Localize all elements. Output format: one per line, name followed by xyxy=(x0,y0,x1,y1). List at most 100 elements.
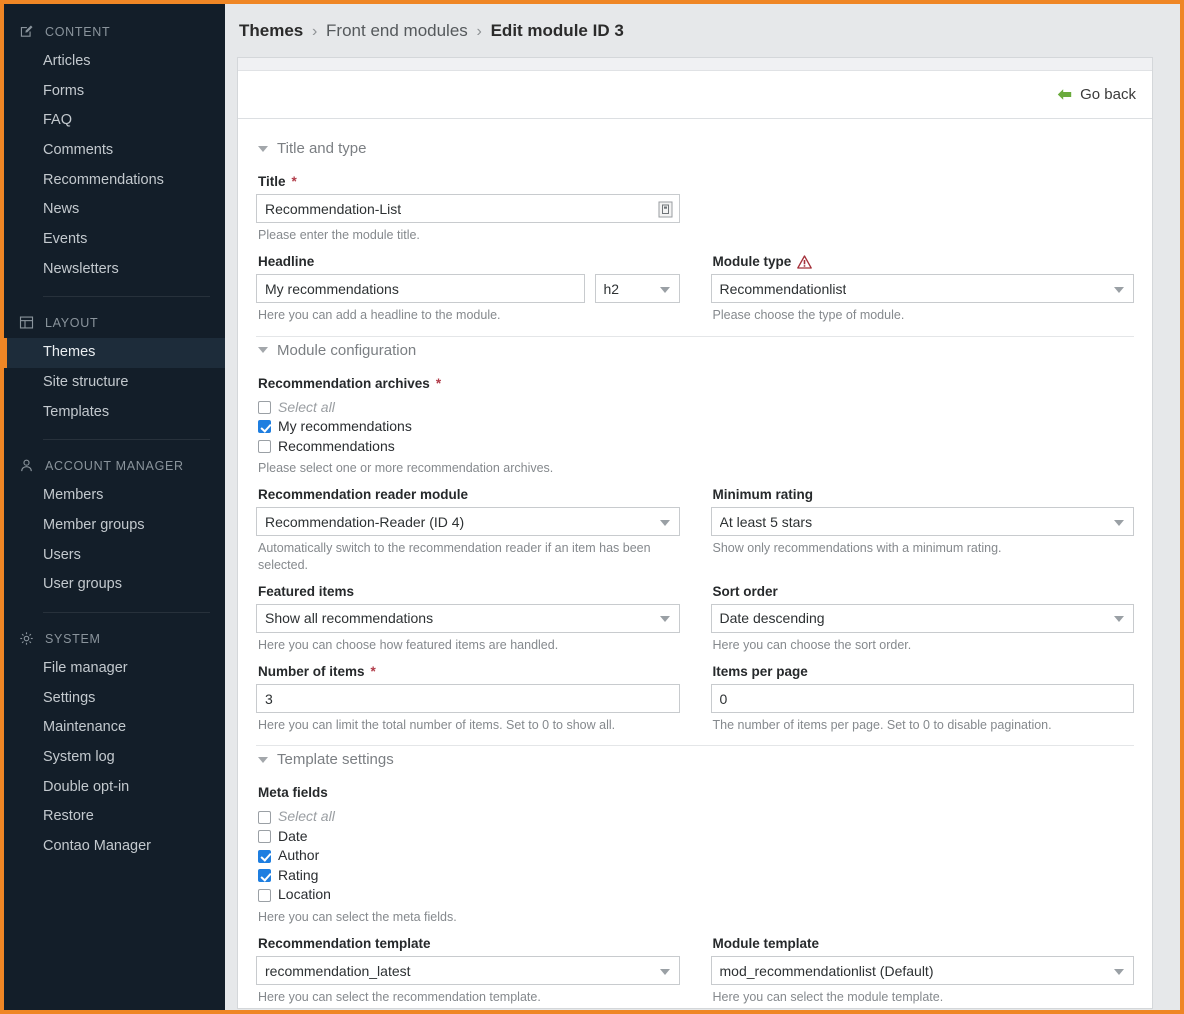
title-input[interactable]: Recommendation-List xyxy=(256,194,680,223)
field-title-spacer xyxy=(711,163,1135,243)
checkbox-author[interactable]: Author xyxy=(256,846,680,866)
module-type-value: Recommendationlist xyxy=(719,280,847,297)
chevron-down-icon xyxy=(1114,519,1124,526)
module-type-select[interactable]: Recommendationlist xyxy=(710,274,1134,304)
fieldset-legend-title-and-type[interactable]: Title and type xyxy=(256,135,1134,163)
required-marker: * xyxy=(291,174,297,189)
headline-tag-select[interactable]: h2 xyxy=(594,274,680,304)
field-help: Here you can limit the total number of i… xyxy=(258,718,616,732)
field-label-text: Number of items xyxy=(258,664,365,679)
sidebar-item-comments[interactable]: Comments xyxy=(4,136,225,166)
checkbox-box xyxy=(258,849,271,863)
sidebar-item-recommendations[interactable]: Recommendations xyxy=(4,166,225,196)
number-of-items-value: 3 xyxy=(265,690,273,707)
field-help: Here you can select the module template. xyxy=(712,990,944,1004)
chevron-down-icon xyxy=(659,286,670,293)
items-per-page-input[interactable]: 0 xyxy=(710,684,1134,713)
sidebar-item-faq[interactable]: FAQ xyxy=(4,106,225,136)
sort-order-select[interactable]: Date descending xyxy=(710,603,1134,633)
checkbox-recommendations[interactable]: Recommendations xyxy=(256,437,680,457)
sidebar-item-users[interactable]: Users xyxy=(4,541,225,571)
sidebar-item-articles[interactable]: Articles xyxy=(4,47,225,77)
field-label: Headline xyxy=(256,243,680,274)
fieldset-legend-label: Module configuration xyxy=(277,341,417,359)
sidebar-item-user-groups[interactable]: User groups xyxy=(4,570,225,600)
breadcrumb-separator: › xyxy=(311,23,318,40)
sidebar-item-events[interactable]: Events xyxy=(4,225,225,255)
user-icon xyxy=(19,458,34,473)
minimum-rating-select[interactable]: At least 5 stars xyxy=(710,507,1134,537)
field-label: Recommendation template xyxy=(256,925,680,956)
required-marker: * xyxy=(370,664,376,679)
sidebar-item-member-groups[interactable]: Member groups xyxy=(4,511,225,541)
sidebar-item-themes[interactable]: Themes xyxy=(4,338,225,369)
checkbox-select-all-archives[interactable]: Select all xyxy=(256,398,680,418)
recommendation-reader-module-value: Recommendation-Reader (ID 4) xyxy=(265,513,465,530)
recommendation-template-select[interactable]: recommendation_latest xyxy=(256,956,680,985)
field-label-text: Recommendation template xyxy=(258,936,431,951)
field-label-text: Sort order xyxy=(712,583,778,599)
panel-header: Go back xyxy=(238,71,1152,119)
headline-input[interactable]: My recommendations xyxy=(256,274,585,304)
field-label-text: Recommendation reader module xyxy=(258,487,469,503)
field-row-counts: Number of items * 3 Here you can limit th… xyxy=(256,653,1134,733)
sidebar-divider xyxy=(43,296,210,298)
sidebar-section-header-layout: LAYOUT xyxy=(4,309,225,338)
module-template-select[interactable]: mod_recommendationlist (Default) xyxy=(710,956,1134,985)
sidebar-item-system-log[interactable]: System log xyxy=(4,743,225,773)
field-label: Title * xyxy=(256,163,680,194)
sidebar-item-members[interactable]: Members xyxy=(4,481,225,511)
sidebar-item-contao-manager[interactable]: Contao Manager xyxy=(4,832,225,862)
sidebar-item-settings[interactable]: Settings xyxy=(4,684,225,714)
fieldset-legend-template-settings[interactable]: Template settings xyxy=(256,746,1134,774)
sidebar-item-newsletters[interactable]: Newsletters xyxy=(4,255,225,285)
text-store-icon[interactable] xyxy=(658,201,673,218)
fieldset-legend-label: Title and type xyxy=(277,140,367,157)
checkbox-rating[interactable]: Rating xyxy=(256,866,680,886)
field-featured-items: Featured items Show all recommendations … xyxy=(256,573,680,653)
sidebar-item-restore[interactable]: Restore xyxy=(4,802,225,832)
field-label-text: Items per page xyxy=(712,664,808,679)
sidebar-item-maintenance[interactable]: Maintenance xyxy=(4,713,225,743)
checkbox-my-recommendations[interactable]: My recommendations xyxy=(256,417,680,437)
sidebar-item-double-opt-in[interactable]: Double opt-in xyxy=(4,773,225,803)
sidebar-item-templates[interactable]: Templates xyxy=(4,398,225,428)
field-help: Here you can choose how featured items a… xyxy=(258,637,559,652)
field-label: Minimum rating xyxy=(711,476,1135,507)
field-recommendation-reader-module: Recommendation reader module Recommendat… xyxy=(256,476,680,573)
checkbox-location[interactable]: Location xyxy=(256,885,680,905)
field-meta-fields-spacer xyxy=(711,774,1135,925)
number-of-items-input[interactable]: 3 xyxy=(256,684,680,713)
checkbox-select-all-meta[interactable]: Select all xyxy=(256,807,680,827)
breadcrumb-middle[interactable]: Front end modules xyxy=(326,21,468,40)
featured-items-select[interactable]: Show all recommendations xyxy=(256,603,680,633)
field-label: Module type xyxy=(711,243,1135,274)
chevron-down-icon xyxy=(659,616,670,623)
sidebar-item-site-structure[interactable]: Site structure xyxy=(4,368,225,398)
chevron-down-icon xyxy=(1114,286,1124,293)
chevron-down-icon xyxy=(258,347,268,353)
field-row-title: Title * Recommendation-List Please enter … xyxy=(256,163,1134,243)
checkbox-date[interactable]: Date xyxy=(256,827,680,847)
sidebar-item-forms[interactable]: Forms xyxy=(4,77,225,107)
sidebar-item-news[interactable]: News xyxy=(4,195,225,225)
meta-fields-checkbox-list: Select all Date Author Rating Location xyxy=(256,805,680,905)
sidebar-item-file-manager[interactable]: File manager xyxy=(4,654,225,684)
field-row-archives: Recommendation archives * Select all My r… xyxy=(256,365,1134,477)
breadcrumb-root[interactable]: Themes xyxy=(239,21,303,40)
field-label: Recommendation reader module xyxy=(256,476,680,507)
go-back-button[interactable]: Go back xyxy=(1057,86,1136,103)
field-number-of-items: Number of items * 3 Here you can limit th… xyxy=(256,653,680,733)
featured-items-value: Show all recommendations xyxy=(265,610,434,627)
warning-triangle-icon xyxy=(797,255,813,269)
recommendation-reader-module-select[interactable]: Recommendation-Reader (ID 4) xyxy=(256,507,680,537)
sidebar-section-header-content: CONTENT xyxy=(4,18,225,47)
field-label-text: Featured items xyxy=(258,583,355,599)
field-row-reader-rating: Recommendation reader module Recommendat… xyxy=(256,476,1134,573)
sidebar-section-header-system: SYSTEM xyxy=(4,625,225,654)
field-archives-spacer xyxy=(711,365,1135,477)
field-label-text: Headline xyxy=(258,254,315,270)
sidebar: CONTENT Articles Forms FAQ Comments Reco… xyxy=(4,4,225,1010)
field-module-template: Module template mod_recommendationlist (… xyxy=(710,925,1134,1005)
fieldset-legend-module-configuration[interactable]: Module configuration xyxy=(256,337,1134,365)
